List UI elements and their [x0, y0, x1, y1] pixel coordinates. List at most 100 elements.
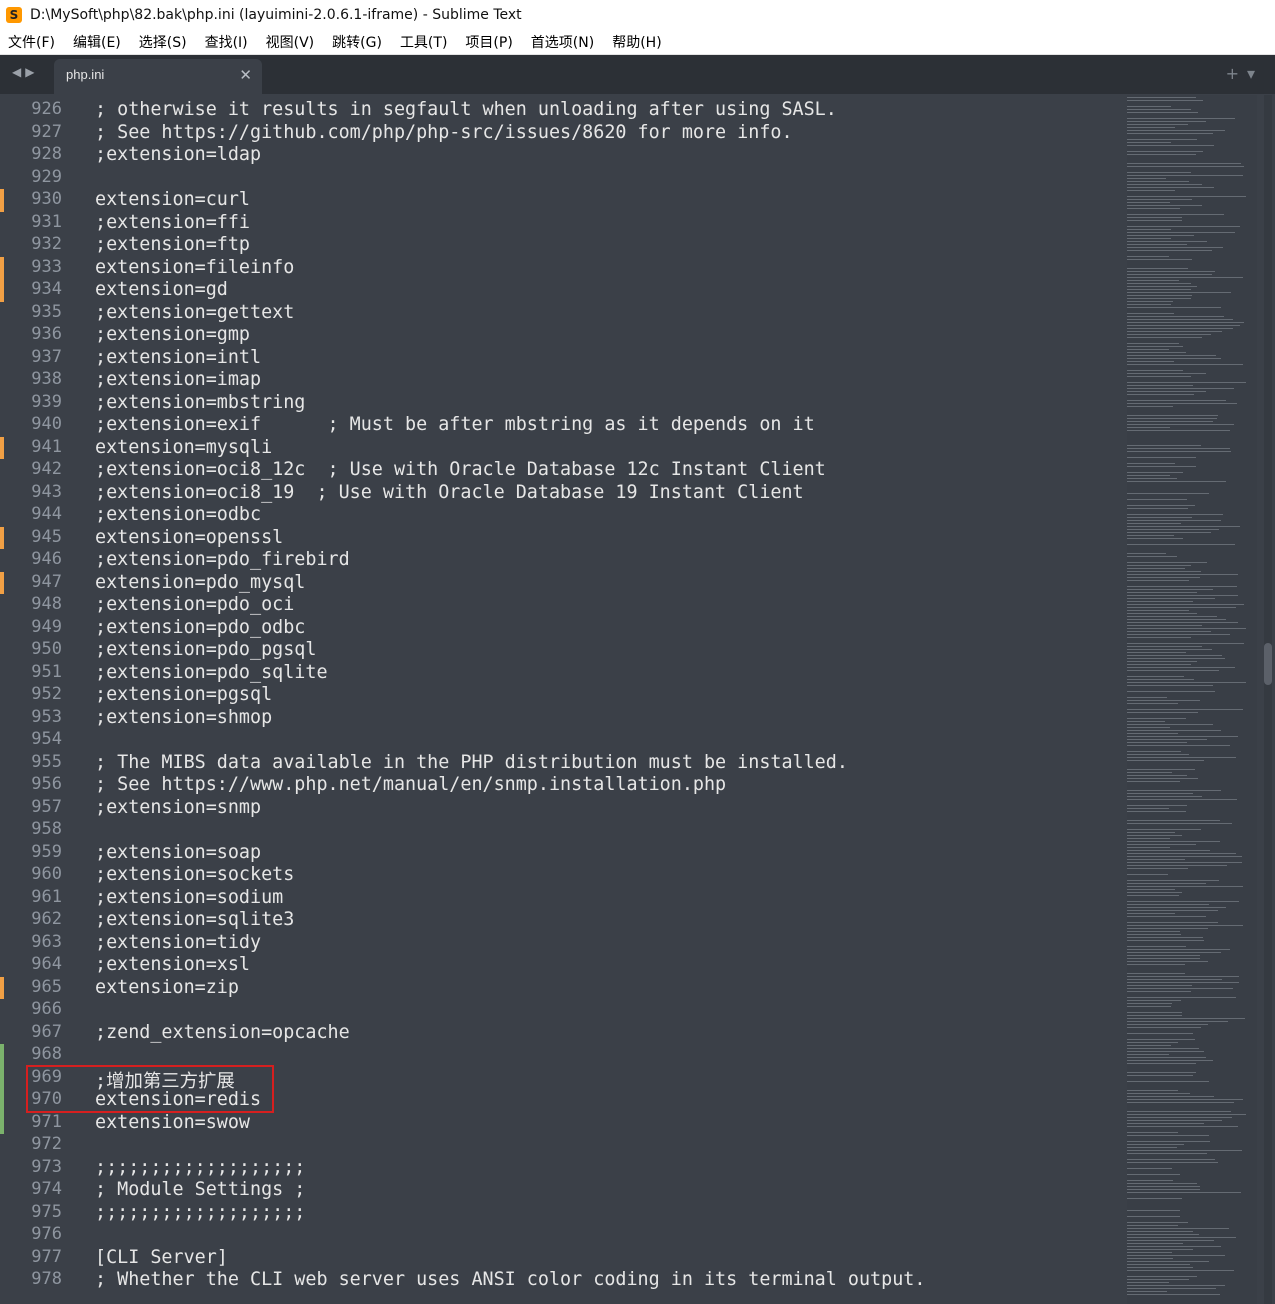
- minimap-line: [1127, 133, 1213, 134]
- menu-project[interactable]: 项目(P): [465, 32, 512, 52]
- line-number: 931: [31, 211, 62, 232]
- code-line[interactable]: ;extension=shmop: [95, 707, 272, 729]
- minimap-line: [1127, 1174, 1180, 1175]
- menu-preferences[interactable]: 首选项(N): [531, 32, 594, 52]
- code-line[interactable]: extension=gd: [95, 279, 228, 301]
- minimap-line: [1127, 250, 1212, 251]
- minimap-line: [1127, 106, 1171, 107]
- code-line[interactable]: ;extension=pdo_pgsql: [95, 639, 316, 661]
- minimap-line: [1127, 472, 1183, 473]
- code-line[interactable]: ;extension=ffi: [95, 212, 250, 234]
- minimap-line: [1127, 247, 1223, 248]
- code-line[interactable]: [CLI Server]: [95, 1247, 228, 1269]
- code-line[interactable]: ;extension=soap: [95, 842, 261, 864]
- code-line[interactable]: ; otherwise it results in segfault when …: [95, 99, 837, 121]
- editor[interactable]: 926 927 928 929 930 931 932 933 934 935 936 937 938 9…: [0, 95, 1275, 1304]
- code-line[interactable]: extension=pdo_mysql: [95, 572, 305, 594]
- code-line[interactable]: ; Module Settings ;: [95, 1179, 305, 1201]
- line-number: 929: [31, 166, 62, 187]
- code-area[interactable]: ; otherwise it results in segfault when …: [95, 95, 1135, 1304]
- minimap-line: [1127, 217, 1182, 218]
- minimap-line: [1127, 1135, 1209, 1136]
- minimap-line: [1127, 1252, 1172, 1253]
- menu-help[interactable]: 帮助(H): [612, 32, 661, 52]
- code-line[interactable]: ;extension=sockets: [95, 864, 294, 886]
- minimap-line: [1127, 604, 1244, 605]
- minimap-line: [1127, 259, 1192, 260]
- minimap-line: [1127, 1216, 1180, 1217]
- tab-nav-arrows-icon[interactable]: ◀▶: [12, 65, 38, 79]
- minimap-line: [1127, 163, 1241, 164]
- minimap-line: [1127, 532, 1211, 533]
- minimap-line: [1127, 199, 1192, 200]
- menu-goto[interactable]: 跳转(G): [332, 32, 382, 52]
- code-line[interactable]: ;extension=ldap: [95, 144, 261, 166]
- minimap-line: [1127, 925, 1243, 926]
- code-line[interactable]: ;extension=sodium: [95, 887, 283, 909]
- minimap-line: [1127, 1051, 1204, 1052]
- code-line[interactable]: ;extension=imap: [95, 369, 261, 391]
- code-line[interactable]: ;extension=pdo_oci: [95, 594, 294, 616]
- code-line[interactable]: ;extension=odbc: [95, 504, 261, 526]
- vertical-scrollbar[interactable]: [1264, 95, 1272, 1304]
- code-line[interactable]: ;extension=snmp: [95, 797, 261, 819]
- code-line[interactable]: ; The MIBS data available in the PHP dis…: [95, 752, 848, 774]
- code-line[interactable]: ;;;;;;;;;;;;;;;;;;;: [95, 1157, 305, 1179]
- minimap-line: [1127, 538, 1183, 539]
- code-line[interactable]: ;extension=pdo_firebird: [95, 549, 350, 571]
- chevron-down-icon[interactable]: ▾: [1247, 64, 1263, 83]
- minimap-line: [1127, 1054, 1169, 1055]
- code-line[interactable]: ;extension=mbstring: [95, 392, 305, 414]
- minimap-line: [1127, 1096, 1214, 1097]
- new-tab-icon[interactable]: +: [1226, 64, 1247, 83]
- close-icon[interactable]: ✕: [239, 66, 252, 84]
- code-line[interactable]: ;extension=gmp: [95, 324, 250, 346]
- code-line[interactable]: extension=openssl: [95, 527, 283, 549]
- minimap-line: [1127, 1039, 1195, 1040]
- minimap-line: [1127, 868, 1188, 869]
- menu-edit[interactable]: 编辑(E): [73, 32, 121, 52]
- menu-selection[interactable]: 选择(S): [139, 32, 187, 52]
- minimap-line: [1127, 940, 1204, 941]
- code-line[interactable]: extension=curl: [95, 189, 250, 211]
- code-line[interactable]: ;extension=exif ; Must be after mbstring…: [95, 414, 815, 436]
- code-line[interactable]: ;extension=ftp: [95, 234, 250, 256]
- minimap-line: [1127, 274, 1212, 275]
- minimap-line: [1127, 403, 1237, 404]
- code-line[interactable]: ;extension=intl: [95, 347, 261, 369]
- code-line[interactable]: ;extension=oci8_12c ; Use with Oracle Da…: [95, 459, 826, 481]
- menu-view[interactable]: 视图(V): [266, 32, 315, 52]
- code-line[interactable]: ;extension=oci8_19 ; Use with Oracle Dat…: [95, 482, 804, 504]
- code-line[interactable]: ;extension=pdo_sqlite: [95, 662, 328, 684]
- code-line[interactable]: ;zend_extension=opcache: [95, 1022, 350, 1044]
- code-line[interactable]: ;extension=pdo_odbc: [95, 617, 305, 639]
- code-line[interactable]: ;;;;;;;;;;;;;;;;;;;: [95, 1202, 305, 1224]
- code-line[interactable]: ; Whether the CLI web server uses ANSI c…: [95, 1269, 925, 1291]
- menu-file[interactable]: 文件(F): [8, 32, 55, 52]
- scroll-thumb[interactable]: [1264, 643, 1272, 685]
- tab-php-ini[interactable]: php.ini ✕: [54, 59, 262, 94]
- minimap-line: [1127, 418, 1217, 419]
- menu-find[interactable]: 查找(I): [205, 32, 248, 52]
- code-line[interactable]: extension=swow: [95, 1112, 250, 1134]
- diff-modified-marker: [0, 976, 4, 999]
- code-line[interactable]: ; See https://www.php.net/manual/en/snmp…: [95, 774, 726, 796]
- minimap-line: [1127, 331, 1222, 332]
- minimap[interactable]: [1127, 95, 1257, 1304]
- menu-tools[interactable]: 工具(T): [400, 32, 447, 52]
- code-line[interactable]: ;extension=xsl: [95, 954, 250, 976]
- code-line[interactable]: ;extension=sqlite3: [95, 909, 294, 931]
- code-line[interactable]: extension=fileinfo: [95, 257, 294, 279]
- code-line[interactable]: ; See https://github.com/php/php-src/iss…: [95, 122, 793, 144]
- minimap-line: [1127, 130, 1225, 131]
- code-line[interactable]: ;extension=tidy: [95, 932, 261, 954]
- minimap-line: [1127, 772, 1172, 773]
- code-line[interactable]: extension=mysqli: [95, 437, 272, 459]
- minimap-line: [1127, 388, 1234, 389]
- code-line[interactable]: ;extension=pgsql: [95, 684, 272, 706]
- minimap-line: [1127, 901, 1239, 902]
- minimap-line: [1127, 421, 1213, 422]
- code-line[interactable]: ;extension=gettext: [95, 302, 294, 324]
- code-line[interactable]: extension=zip: [95, 977, 239, 999]
- minimap-line: [1127, 1261, 1209, 1262]
